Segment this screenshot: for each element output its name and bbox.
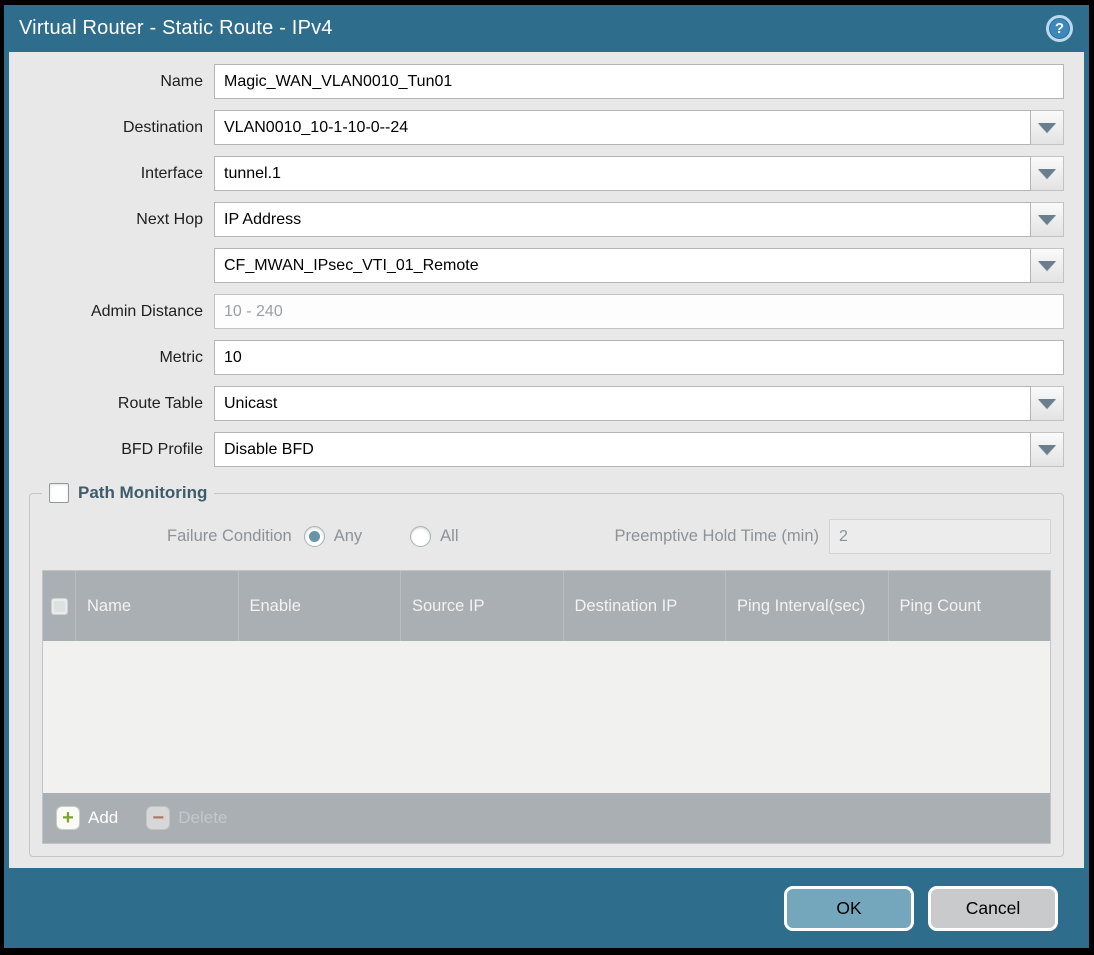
bfd-profile-label: BFD Profile bbox=[121, 440, 203, 458]
minus-icon: − bbox=[146, 806, 171, 830]
table-header-name: Name bbox=[75, 571, 238, 641]
select-all-checkbox[interactable] bbox=[50, 597, 68, 615]
next-hop-type-input[interactable] bbox=[214, 202, 1031, 237]
failure-condition-row: Failure Condition Any All Preemptive Hol… bbox=[167, 519, 1053, 554]
ok-button[interactable]: OK bbox=[784, 885, 914, 931]
destination-input[interactable] bbox=[214, 110, 1031, 145]
add-button-label: Add bbox=[88, 808, 119, 827]
failure-condition-all-label: All bbox=[440, 527, 459, 545]
interface-label: Interface bbox=[140, 164, 203, 182]
form-row-route-table: Route Table bbox=[9, 386, 1064, 421]
interface-dropdown-button[interactable] bbox=[1031, 156, 1064, 191]
table-footer-bar: + Add − Delete bbox=[43, 793, 1050, 843]
table-header-row: Name Enable Source IP Destination IP Pin… bbox=[43, 571, 1050, 641]
table-header-destination-ip: Destination IP bbox=[562, 571, 726, 641]
chevron-down-icon bbox=[1038, 214, 1056, 225]
failure-condition-any-label: Any bbox=[333, 527, 363, 545]
bfd-profile-input[interactable] bbox=[214, 432, 1031, 467]
chevron-down-icon bbox=[1038, 398, 1056, 409]
plus-icon: + bbox=[56, 806, 80, 830]
name-label: Name bbox=[160, 72, 203, 90]
path-monitoring-title: Path Monitoring bbox=[78, 483, 208, 502]
next-hop-type-dropdown-button[interactable] bbox=[1031, 202, 1064, 237]
next-hop-label: Next Hop bbox=[136, 210, 203, 228]
cancel-button[interactable]: Cancel bbox=[928, 885, 1058, 931]
next-hop-address-dropdown-button[interactable] bbox=[1031, 248, 1064, 283]
table-header-enable: Enable bbox=[237, 571, 401, 641]
form-row-destination: Destination bbox=[9, 110, 1064, 145]
route-table-label: Route Table bbox=[117, 394, 203, 412]
route-table-input[interactable] bbox=[214, 386, 1031, 421]
table-header-ping-interval: Ping Interval(sec) bbox=[725, 571, 888, 641]
form-row-bfd-profile: BFD Profile bbox=[9, 432, 1064, 467]
destination-dropdown-button[interactable] bbox=[1031, 110, 1064, 145]
add-button[interactable]: + Add bbox=[56, 806, 118, 830]
admin-distance-label: Admin Distance bbox=[90, 302, 203, 320]
form-row-interface: Interface bbox=[9, 156, 1064, 191]
interface-input[interactable] bbox=[214, 156, 1031, 191]
form-row-next-hop: Next Hop bbox=[9, 202, 1064, 237]
table-header-ping-count: Ping Count bbox=[887, 571, 1051, 641]
table-header-select bbox=[43, 571, 75, 641]
destination-label: Destination bbox=[122, 118, 203, 136]
path-monitoring-legend: Path Monitoring bbox=[42, 483, 214, 503]
path-monitoring-section: Path Monitoring Failure Condition Any Al… bbox=[29, 483, 1064, 857]
help-icon[interactable]: ? bbox=[1046, 15, 1073, 42]
path-monitoring-checkbox[interactable] bbox=[49, 483, 69, 503]
delete-button[interactable]: − Delete bbox=[146, 806, 227, 830]
bfd-profile-dropdown-button[interactable] bbox=[1031, 432, 1064, 467]
failure-condition-label: Failure Condition bbox=[167, 527, 292, 545]
preemptive-hold-time-input[interactable] bbox=[829, 519, 1051, 554]
form-row-next-hop-address bbox=[9, 248, 1064, 283]
failure-condition-radio-any[interactable] bbox=[303, 526, 325, 547]
form-row-name: Name bbox=[9, 64, 1064, 99]
chevron-down-icon bbox=[1038, 122, 1056, 133]
preemptive-hold-time-label: Preemptive Hold Time (min) bbox=[614, 527, 819, 545]
chevron-down-icon bbox=[1038, 444, 1056, 455]
table-body-empty bbox=[43, 641, 1050, 793]
route-table-dropdown-button[interactable] bbox=[1031, 386, 1064, 421]
dialog-title: Virtual Router - Static Route - IPv4 bbox=[19, 17, 333, 39]
path-monitoring-table: Name Enable Source IP Destination IP Pin… bbox=[42, 570, 1051, 844]
metric-input[interactable] bbox=[214, 340, 1064, 375]
dialog-footer: OK Cancel bbox=[4, 868, 1089, 948]
admin-distance-input[interactable] bbox=[214, 294, 1064, 329]
dialog-titlebar: Virtual Router - Static Route - IPv4 ? bbox=[4, 5, 1089, 52]
form-row-admin-distance: Admin Distance bbox=[9, 294, 1064, 329]
form-row-metric: Metric bbox=[9, 340, 1064, 375]
dialog-content: Name Destination Interface bbox=[9, 52, 1084, 868]
table-header-source-ip: Source IP bbox=[400, 571, 563, 641]
metric-label: Metric bbox=[159, 348, 203, 366]
chevron-down-icon bbox=[1038, 260, 1056, 271]
failure-condition-radio-all[interactable] bbox=[410, 526, 432, 547]
static-route-dialog: Virtual Router - Static Route - IPv4 ? N… bbox=[4, 5, 1089, 948]
next-hop-address-input[interactable] bbox=[214, 248, 1031, 283]
chevron-down-icon bbox=[1038, 168, 1056, 179]
name-input[interactable] bbox=[214, 64, 1064, 99]
delete-button-label: Delete bbox=[178, 808, 228, 827]
